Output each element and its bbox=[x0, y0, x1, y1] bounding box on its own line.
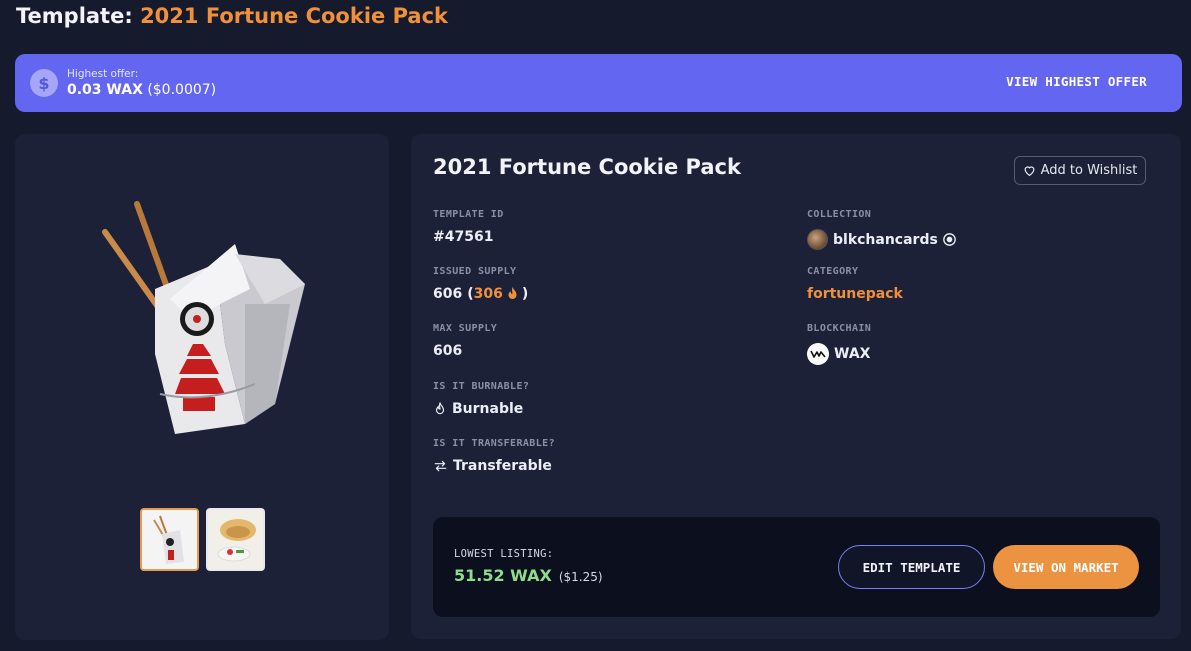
transferable-value: Transferable bbox=[433, 458, 555, 474]
transferable-text: Transferable bbox=[453, 458, 552, 474]
category-label: CATEGORY bbox=[807, 266, 859, 277]
blockchain-label: BLOCKCHAIN bbox=[807, 323, 872, 334]
collection-name[interactable]: blkchancards bbox=[833, 232, 938, 248]
heart-icon bbox=[1024, 166, 1035, 177]
edit-template-button[interactable]: EDIT TEMPLATE bbox=[838, 545, 985, 589]
burnable-value: Burnable bbox=[433, 401, 529, 417]
max-supply-field: MAX SUPPLY 606 bbox=[433, 323, 497, 359]
collection-label: COLLECTION bbox=[807, 209, 872, 220]
template-id-field: TEMPLATE ID #47561 bbox=[433, 209, 504, 245]
highest-offer-bar: $ Highest offer: 0.03 WAX ($0.0007) VIEW… bbox=[15, 54, 1182, 112]
verified-icon bbox=[942, 233, 956, 246]
wax-logo-icon bbox=[807, 343, 829, 365]
blockchain-value: WAX bbox=[807, 343, 871, 365]
category-field: CATEGORY fortunepack bbox=[807, 266, 903, 302]
issued-supply-field: ISSUED SUPPLY 606 ( 306 ) bbox=[433, 266, 528, 302]
burnable-text: Burnable bbox=[452, 401, 524, 417]
add-to-wishlist-button[interactable]: Add to Wishlist bbox=[1014, 156, 1146, 185]
dollar-icon: $ bbox=[30, 69, 58, 97]
fire-icon bbox=[508, 287, 517, 299]
blockchain-field: BLOCKCHAIN WAX bbox=[807, 323, 871, 365]
collection-value[interactable]: blkchancards bbox=[807, 229, 956, 250]
lowest-listing-label: LOWEST LISTING: bbox=[454, 548, 554, 560]
burned-count: 306 bbox=[473, 286, 503, 302]
highest-offer-usd: ($0.0007) bbox=[147, 81, 217, 98]
thumbnail-fortune-cookie[interactable] bbox=[206, 508, 265, 571]
highest-offer-value: 0.03 WAX ($0.0007) bbox=[67, 81, 216, 99]
image-panel bbox=[15, 134, 389, 640]
page-title-name: 2021 Fortune Cookie Pack bbox=[140, 4, 448, 28]
max-supply-label: MAX SUPPLY bbox=[433, 323, 498, 334]
page-title: Template: 2021 Fortune Cookie Pack bbox=[16, 4, 448, 28]
transferable-field: IS IT TRANSFERABLE? Transferable bbox=[433, 438, 555, 474]
issued-supply-count: 606 bbox=[433, 286, 463, 302]
market-box: LOWEST LISTING: 51.52 WAX ($1.25) EDIT T… bbox=[433, 517, 1160, 617]
max-supply-value: 606 bbox=[433, 343, 463, 359]
collection-field: COLLECTION blkchancards bbox=[807, 209, 956, 250]
lowest-listing-usd: ($1.25) bbox=[558, 570, 603, 584]
issued-supply-label: ISSUED SUPPLY bbox=[433, 266, 517, 277]
blockchain-name: WAX bbox=[834, 346, 871, 362]
template-name: 2021 Fortune Cookie Pack bbox=[433, 155, 741, 179]
add-to-wishlist-label: Add to Wishlist bbox=[1040, 163, 1138, 178]
transferable-label: IS IT TRANSFERABLE? bbox=[433, 438, 555, 449]
highest-offer-info: Highest offer: 0.03 WAX ($0.0007) bbox=[67, 68, 216, 99]
lowest-listing-wax: 51.52 WAX bbox=[454, 566, 552, 585]
template-id-value: #47561 bbox=[433, 229, 494, 245]
transfer-arrows-icon bbox=[434, 460, 447, 472]
view-on-market-button[interactable]: VIEW ON MARKET bbox=[993, 545, 1139, 589]
flame-icon bbox=[435, 402, 445, 415]
burnable-label: IS IT BURNABLE? bbox=[433, 381, 530, 392]
issued-supply-value: 606 ( 306 ) bbox=[433, 286, 528, 302]
category-value[interactable]: fortunepack bbox=[807, 286, 903, 302]
highest-offer-amount: 0.03 WAX bbox=[67, 81, 143, 98]
thumbnail-fortune-cookie-image bbox=[208, 510, 263, 569]
burnable-field: IS IT BURNABLE? Burnable bbox=[433, 381, 529, 417]
template-id-label: TEMPLATE ID bbox=[433, 209, 504, 220]
highest-offer-label: Highest offer: bbox=[67, 67, 139, 80]
fortune-cookie-box-image bbox=[102, 201, 305, 434]
burned-close-paren: ) bbox=[521, 286, 529, 302]
thumbnail-box-image bbox=[142, 510, 197, 569]
thumbnail-box[interactable] bbox=[140, 508, 199, 571]
view-highest-offer-button[interactable]: VIEW HIGHEST OFFER bbox=[1006, 74, 1147, 89]
page-title-prefix: Template: bbox=[16, 4, 133, 28]
collection-avatar bbox=[807, 229, 828, 250]
details-panel: 2021 Fortune Cookie Pack Add to Wishlist… bbox=[411, 134, 1181, 639]
lowest-listing-value: 51.52 WAX ($1.25) bbox=[454, 566, 603, 585]
